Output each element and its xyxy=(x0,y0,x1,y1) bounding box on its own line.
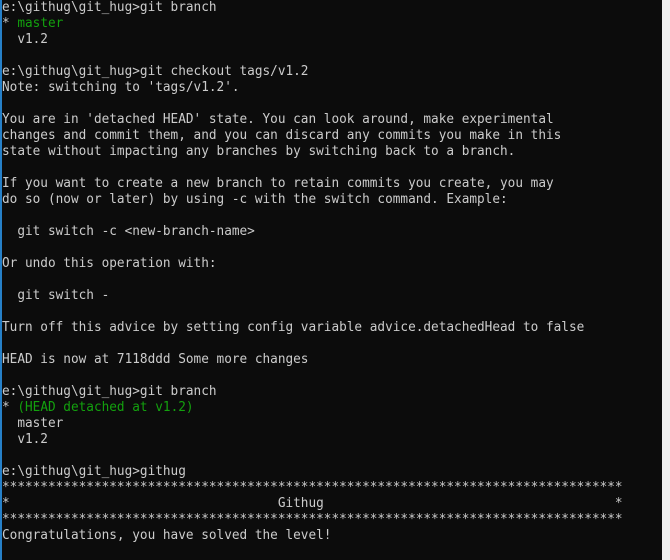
detached-head-line-1: You are in 'detached HEAD' state. You ca… xyxy=(2,112,635,128)
prompt-git-branch-1: e:\githug\git_hug>git branch xyxy=(2,0,635,16)
banner-bottom-rule-seg-0: ****************************************… xyxy=(2,512,623,527)
turn-off-advice-text: Turn off this advice by setting config v… xyxy=(2,320,635,336)
undo-operation-text-seg-0: Or undo this operation with: xyxy=(2,256,217,271)
detached-head-line-1-seg-0: You are in 'detached HEAD' state. You ca… xyxy=(2,112,554,127)
example-git-switch-dash: git switch - xyxy=(2,288,635,304)
branch-v12-seg-0: v1.2 xyxy=(2,32,48,47)
detached-head-line-2: changes and commit them, and you can dis… xyxy=(2,128,635,144)
congratulations-message-seg-0: Congratulations, you have solved the lev… xyxy=(2,528,332,543)
prompt-githug: e:\githug\git_hug>githug xyxy=(2,464,635,480)
prompt-git-checkout: e:\githug\git_hug>git checkout tags/v1.2 xyxy=(2,64,635,80)
branch-head-detached: * (HEAD detached at v1.2) xyxy=(2,400,635,416)
retain-commits-line-1-seg-0: If you want to create a new branch to re… xyxy=(2,176,554,191)
detached-head-line-3-seg-0: state without impacting any branches by … xyxy=(2,144,516,159)
branch-head-detached-seg-0: * xyxy=(2,400,18,415)
note-switching-seg-0: Note: switching to 'tags/v1.2'. xyxy=(2,80,240,95)
banner-title-row-seg-0: * Githug * xyxy=(2,496,623,511)
congratulations-message: Congratulations, you have solved the lev… xyxy=(2,528,635,544)
vertical-scrollbar[interactable] xyxy=(662,0,670,560)
banner-top-rule-seg-0: ****************************************… xyxy=(2,480,623,495)
branch-head-detached-seg-1: (HEAD detached at v1.2) xyxy=(17,400,194,415)
detached-head-line-3: state without impacting any branches by … xyxy=(2,144,635,160)
example-git-switch-dash-seg-0: git switch - xyxy=(2,288,110,303)
scrollbar-thumb[interactable] xyxy=(662,0,670,560)
prompt-git-branch-2-seg-0: e:\githug\git_hug>git branch xyxy=(2,384,217,399)
retain-commits-line-1: If you want to create a new branch to re… xyxy=(2,176,635,192)
note-switching: Note: switching to 'tags/v1.2'. xyxy=(2,80,635,96)
banner-title-row: * Githug * xyxy=(2,496,635,512)
retain-commits-line-2-seg-0: do so (now or later) by using -c with th… xyxy=(2,192,508,207)
branch-master-current: * master xyxy=(2,16,635,32)
banner-bottom-rule: ****************************************… xyxy=(2,512,635,528)
undo-operation-text: Or undo this operation with: xyxy=(2,256,635,272)
example-git-switch-c-seg-0: git switch -c <new-branch-name> xyxy=(2,224,255,239)
branch-v12-2: v1.2 xyxy=(2,432,635,448)
prompt-git-checkout-seg-0: e:\githug\git_hug>git checkout tags/v1.2 xyxy=(2,64,309,79)
terminal-window: e:\githug\git_hug>git branch * master v1.… xyxy=(0,0,670,560)
turn-off-advice-text-seg-0: Turn off this advice by setting config v… xyxy=(2,320,585,335)
banner-top-rule: ****************************************… xyxy=(2,480,635,496)
detached-head-line-2-seg-0: changes and commit them, and you can dis… xyxy=(2,128,562,143)
head-is-now-at: HEAD is now at 7118ddd Some more changes xyxy=(2,352,635,368)
branch-master: master xyxy=(2,416,635,432)
branch-master-seg-0: master xyxy=(2,416,64,431)
prompt-git-branch-1-seg-0: e:\githug\git_hug>git branch xyxy=(2,0,217,15)
prompt-githug-seg-0: e:\githug\git_hug>githug xyxy=(2,464,186,479)
example-git-switch-c: git switch -c <new-branch-name> xyxy=(2,224,635,240)
branch-v12-2-seg-0: v1.2 xyxy=(2,432,48,447)
head-is-now-at-seg-0: HEAD is now at 7118ddd Some more changes xyxy=(2,352,309,367)
prompt-git-branch-2: e:\githug\git_hug>git branch xyxy=(2,384,635,400)
branch-master-current-seg-1: master xyxy=(17,16,64,31)
branch-v12: v1.2 xyxy=(2,32,635,48)
retain-commits-line-2: do so (now or later) by using -c with th… xyxy=(2,192,635,208)
branch-master-current-seg-0: * xyxy=(2,16,18,31)
console-output-area[interactable]: e:\githug\git_hug>git branch * master v1.… xyxy=(2,0,658,560)
